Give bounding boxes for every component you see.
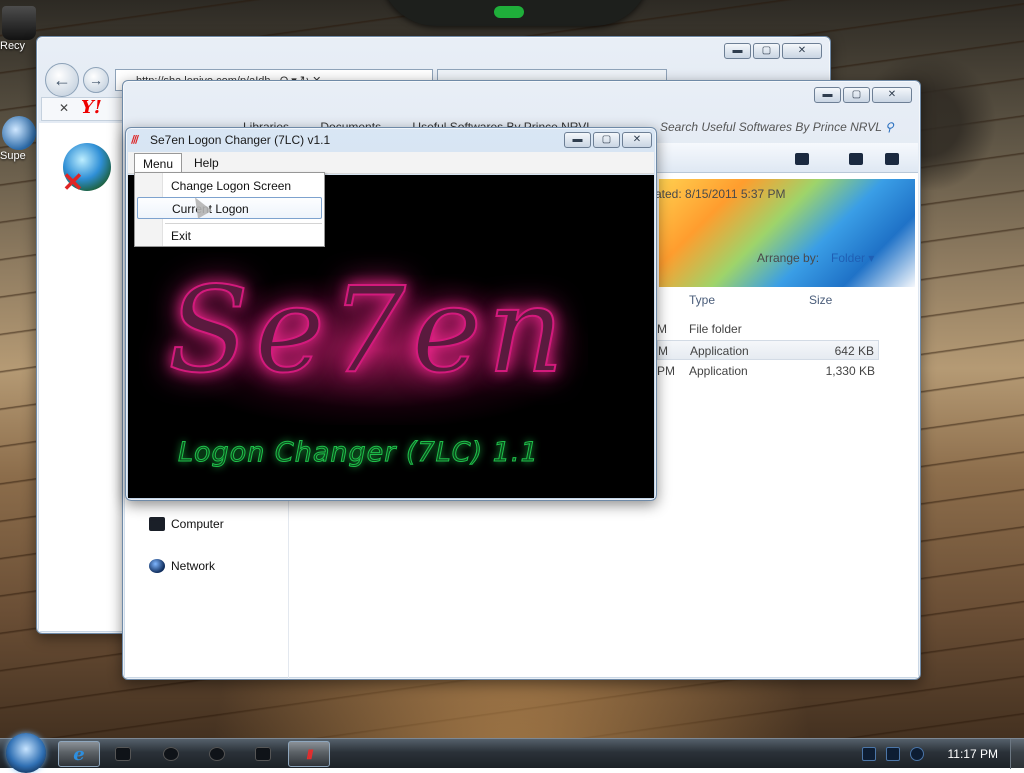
- system-tray: [862, 747, 924, 761]
- minimize-button[interactable]: ▬: [814, 87, 841, 103]
- ie-icon: e: [73, 743, 85, 765]
- file-size: 1,330 KB: [825, 364, 875, 378]
- close-button[interactable]: ✕: [782, 43, 822, 59]
- logo-subtitle: Logon Changer (7LC) 1.1: [178, 437, 539, 469]
- minimize-button[interactable]: ▬: [564, 132, 591, 148]
- close-button[interactable]: ✕: [872, 87, 912, 103]
- nav-pane-divider[interactable]: [288, 501, 289, 679]
- seven-logon-icon: ///: [306, 746, 314, 762]
- app-icon: [209, 747, 225, 761]
- close-button[interactable]: ✕: [622, 132, 652, 148]
- network-icon: [149, 559, 165, 573]
- menu-item-exit[interactable]: Exit: [137, 225, 322, 247]
- maximize-button[interactable]: ▢: [753, 43, 780, 59]
- file-row[interactable]: PM Application 1,330 KB: [657, 361, 879, 381]
- search-input[interactable]: Search Useful Softwares By Prince NRVL ⚲: [660, 117, 910, 139]
- maximize-button[interactable]: ▢: [843, 87, 870, 103]
- media-player-icon: [163, 747, 179, 761]
- column-header-size[interactable]: Size: [809, 293, 832, 307]
- arrange-by-dropdown[interactable]: Folder ▾: [831, 251, 874, 265]
- explorer-icon: [255, 747, 271, 761]
- menu-dropdown: Change Logon Screen Current Logon Exit: [134, 172, 325, 247]
- modified-fragment: M: [657, 322, 667, 336]
- menu-item-current-logon[interactable]: Current Logon: [137, 197, 322, 219]
- preview-pane-icon[interactable]: [849, 153, 863, 165]
- taskbar-media-player[interactable]: [150, 741, 192, 767]
- menu-separator: [165, 223, 322, 224]
- file-type: Application: [690, 344, 749, 358]
- chevron-down-icon: ▾: [868, 251, 875, 265]
- forward-button[interactable]: →: [83, 67, 109, 93]
- super-app-icon: [2, 116, 36, 150]
- window-title: Se7en Logon Changer (7LC) v1.1: [150, 133, 331, 147]
- menu-bar: Menu Help: [128, 152, 654, 174]
- gadget-light-icon: [494, 6, 524, 18]
- desktop-icon-super[interactable]: Supe: [0, 116, 40, 162]
- back-button[interactable]: ←: [45, 63, 79, 97]
- nav-computer-label: Computer: [171, 517, 224, 531]
- nav-computer[interactable]: Computer: [149, 517, 224, 531]
- taskbar-app-2[interactable]: [196, 741, 238, 767]
- date-created: ated: 8/15/2011 5:37 PM: [655, 187, 786, 201]
- app-logo-icon: ///: [131, 133, 139, 146]
- modified-fragment: M: [658, 344, 668, 358]
- explorer-caption-buttons: ▬ ▢ ✕: [814, 87, 912, 103]
- start-button[interactable]: [6, 733, 46, 773]
- show-desktop-button[interactable]: [1010, 739, 1024, 769]
- views-icon[interactable]: [795, 153, 809, 165]
- logo-text: Se7en: [167, 260, 570, 400]
- desktop-gadget: [380, 0, 650, 26]
- maximize-button[interactable]: ▢: [593, 132, 620, 148]
- column-header-type[interactable]: Type: [689, 293, 715, 307]
- volume-icon[interactable]: [910, 747, 924, 761]
- error-x-icon: ✕: [62, 167, 84, 197]
- recycle-bin-icon: [2, 6, 36, 40]
- app-caption-buttons: ▬ ▢ ✕: [564, 132, 652, 148]
- nav-network[interactable]: Network: [149, 559, 215, 573]
- menu-item-change-logon-screen[interactable]: Change Logon Screen: [137, 175, 322, 197]
- yahoo-logo: Y!: [81, 97, 102, 118]
- action-center-icon[interactable]: [862, 747, 876, 761]
- file-type: File folder: [689, 322, 742, 336]
- desktop-icon-recycle-bin[interactable]: Recy: [0, 6, 40, 52]
- help-icon[interactable]: [885, 153, 899, 165]
- taskbar-app-1[interactable]: [102, 741, 144, 767]
- menu-help[interactable]: Help: [186, 153, 227, 173]
- network-tray-icon[interactable]: [886, 747, 900, 761]
- modified-fragment: PM: [657, 364, 675, 378]
- menu-menu[interactable]: Menu: [134, 153, 183, 173]
- arrange-by-label: Arrange by:: [757, 251, 820, 265]
- minimize-button[interactable]: ▬: [724, 43, 751, 59]
- arrange-by-value: Folder: [831, 251, 866, 265]
- taskbar: e /// 11:17 PM: [0, 733, 1024, 773]
- file-size: 642 KB: [834, 344, 874, 358]
- search-icon[interactable]: ⚲: [885, 120, 894, 134]
- taskbar-ie[interactable]: e: [58, 741, 100, 767]
- taskbar-explorer[interactable]: [242, 741, 284, 767]
- app-icon: [115, 747, 131, 761]
- nav-network-label: Network: [171, 559, 216, 573]
- search-placeholder: Search Useful Softwares By Prince NRVL: [660, 120, 882, 134]
- taskbar-logon-changer[interactable]: ///: [288, 741, 330, 767]
- file-type: Application: [689, 364, 748, 378]
- file-row[interactable]: M File folder: [657, 319, 879, 339]
- desktop-icon-label: Supe: [0, 150, 26, 162]
- file-row[interactable]: M Application 642 KB: [657, 340, 879, 360]
- browser-caption-buttons: ▬ ▢ ✕: [724, 43, 822, 59]
- desktop-icon-label: Recy: [0, 40, 26, 52]
- clock[interactable]: 11:17 PM: [948, 747, 998, 761]
- toolbar-close-icon[interactable]: ✕: [59, 101, 69, 115]
- computer-icon: [149, 517, 165, 531]
